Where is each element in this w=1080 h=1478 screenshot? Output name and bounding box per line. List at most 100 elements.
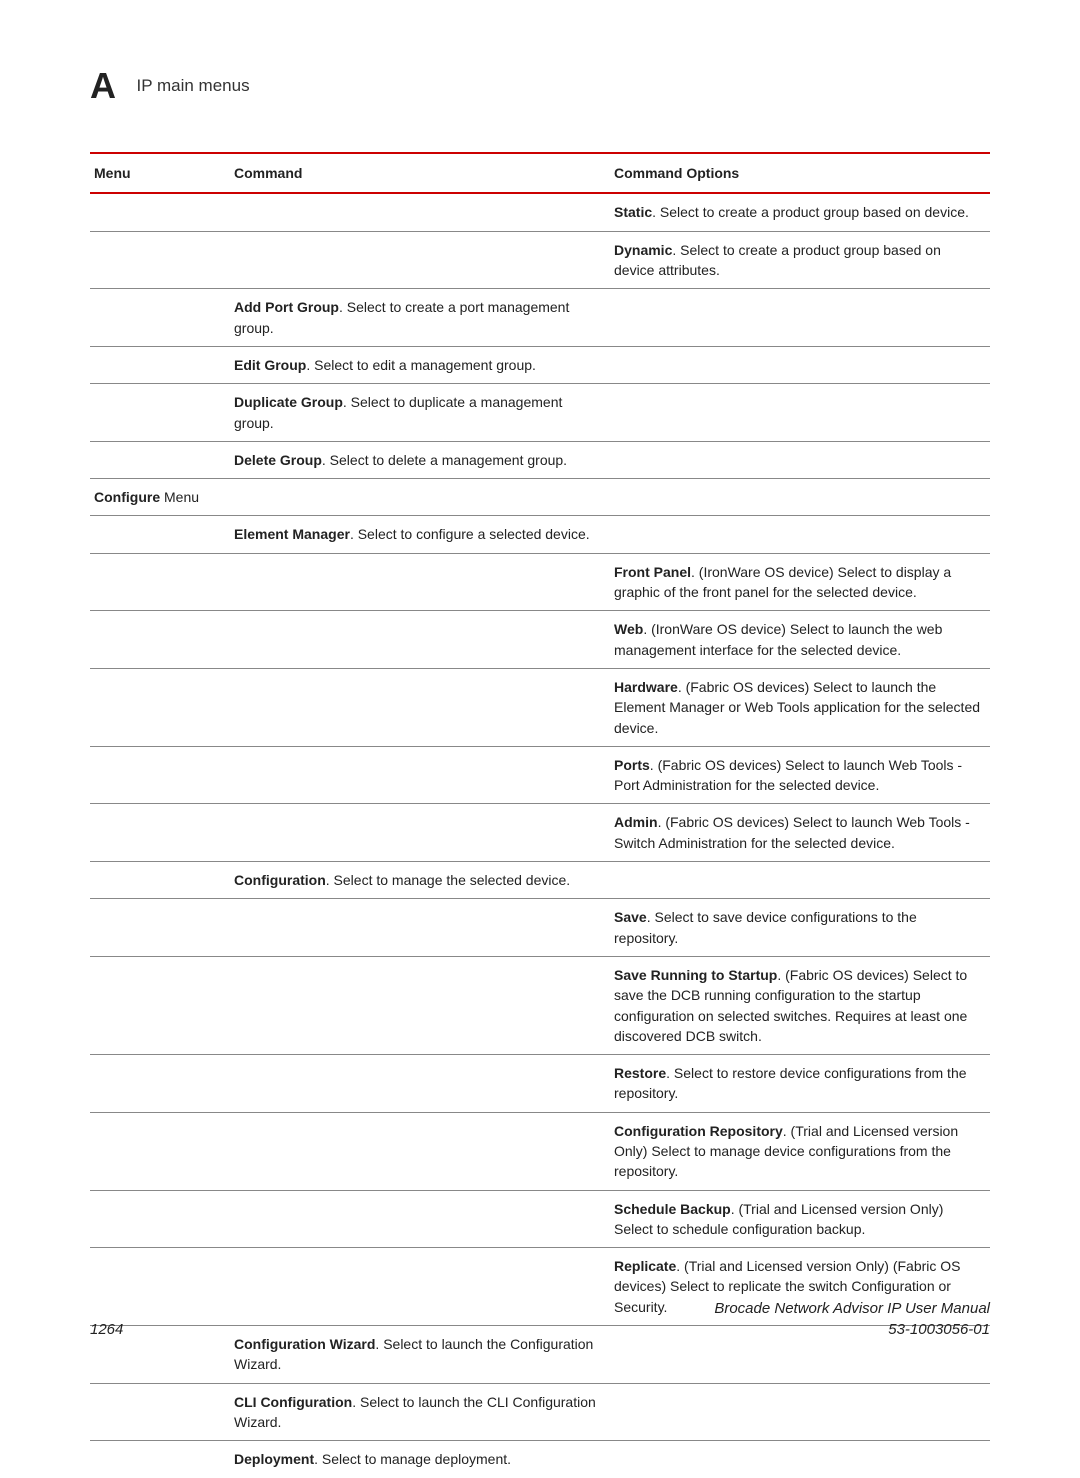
command-text: . Select to edit a management group. (306, 357, 536, 373)
appendix-letter: A (90, 60, 117, 112)
cell-menu (90, 1441, 230, 1478)
table-row: Front Panel. (IronWare OS device) Select… (90, 553, 990, 611)
cell-menu (90, 553, 230, 611)
command-bold: Element Manager (234, 526, 350, 542)
option-text: . (IronWare OS device) Select to launch … (614, 621, 942, 657)
cell-menu (90, 956, 230, 1054)
cell-options (610, 862, 990, 899)
table-row: Restore. Select to restore device config… (90, 1055, 990, 1113)
option-bold: Replicate (614, 1258, 676, 1274)
table-row: Configure Menu (90, 479, 990, 516)
command-bold: Edit Group (234, 357, 306, 373)
cell-options: Ports. (Fabric OS devices) Select to lau… (610, 746, 990, 804)
cell-options: Dynamic. Select to create a product grou… (610, 231, 990, 289)
cell-options: Restore. Select to restore device config… (610, 1055, 990, 1113)
cell-command: Configuration. Select to manage the sele… (230, 862, 610, 899)
table-row: Delete Group. Select to delete a managem… (90, 441, 990, 478)
cell-options: Admin. (Fabric OS devices) Select to lau… (610, 804, 990, 862)
cell-command (230, 1190, 610, 1248)
option-text: . (Fabric OS devices) Select to launch W… (614, 814, 970, 850)
cell-command (230, 479, 610, 516)
cell-command: Element Manager. Select to configure a s… (230, 516, 610, 553)
cell-command: Deployment. Select to manage deployment. (230, 1441, 610, 1478)
command-bold: Duplicate Group (234, 394, 343, 410)
option-bold: Save Running to Startup (614, 967, 777, 983)
table-row: Configuration. Select to manage the sele… (90, 862, 990, 899)
option-bold: Save (614, 909, 647, 925)
cell-options: Schedule Backup. (Trial and Licensed ver… (610, 1190, 990, 1248)
table-row: Configuration Repository. (Trial and Lic… (90, 1112, 990, 1190)
cell-options (610, 384, 990, 442)
cell-command (230, 956, 610, 1054)
cell-menu (90, 862, 230, 899)
cell-options (610, 1441, 990, 1478)
cell-menu (90, 1112, 230, 1190)
table-row: Ports. (Fabric OS devices) Select to lau… (90, 746, 990, 804)
cell-command: Edit Group. Select to edit a management … (230, 346, 610, 383)
cell-menu (90, 441, 230, 478)
cell-command (230, 1055, 610, 1113)
cell-command (230, 553, 610, 611)
cell-options: Front Panel. (IronWare OS device) Select… (610, 553, 990, 611)
th-command: Command (230, 153, 610, 193)
th-menu: Menu (90, 153, 230, 193)
table-row: Schedule Backup. (Trial and Licensed ver… (90, 1190, 990, 1248)
cell-command (230, 1112, 610, 1190)
table-row: Deployment. Select to manage deployment. (90, 1441, 990, 1478)
cell-menu (90, 384, 230, 442)
table-row: Admin. (Fabric OS devices) Select to lau… (90, 804, 990, 862)
menu-text: Menu (160, 489, 199, 505)
cell-menu (90, 1190, 230, 1248)
cell-menu: Configure Menu (90, 479, 230, 516)
cell-options: Hardware. (Fabric OS devices) Select to … (610, 668, 990, 746)
option-bold: Web (614, 621, 643, 637)
command-bold: Add Port Group (234, 299, 339, 315)
option-text: . Select to restore device configuration… (614, 1065, 967, 1101)
cell-command: Delete Group. Select to delete a managem… (230, 441, 610, 478)
page: A IP main menus Menu Command Command Opt… (0, 0, 1080, 1397)
command-bold: Configuration (234, 872, 326, 888)
cell-menu (90, 231, 230, 289)
table-row: Save. Select to save device configuratio… (90, 899, 990, 957)
menu-table: Menu Command Command Options Static. Sel… (90, 152, 990, 1477)
cell-menu (90, 516, 230, 553)
table-row: Add Port Group. Select to create a port … (90, 289, 990, 347)
cell-command: CLI Configuration. Select to launch the … (230, 1383, 610, 1441)
option-bold: Hardware (614, 679, 678, 695)
section-title: IP main menus (137, 74, 250, 99)
cell-options (610, 289, 990, 347)
book-title: Brocade Network Advisor IP User Manual (714, 1298, 990, 1320)
table-row: Save Running to Startup. (Fabric OS devi… (90, 956, 990, 1054)
cell-options: Web. (IronWare OS device) Select to laun… (610, 611, 990, 669)
command-text: . Select to delete a management group. (322, 452, 567, 468)
command-bold: Deployment (234, 1451, 314, 1467)
cell-options (610, 479, 990, 516)
option-bold: Front Panel (614, 564, 691, 580)
cell-options: Configuration Repository. (Trial and Lic… (610, 1112, 990, 1190)
cell-options (610, 516, 990, 553)
doc-number: 53-1003056-01 (714, 1319, 990, 1341)
cell-command (230, 193, 610, 231)
cell-options: Save. Select to save device configuratio… (610, 899, 990, 957)
cell-command: Add Port Group. Select to create a port … (230, 289, 610, 347)
table-row: CLI Configuration. Select to launch the … (90, 1383, 990, 1441)
table-row: Edit Group. Select to edit a management … (90, 346, 990, 383)
cell-options (610, 346, 990, 383)
option-bold: Schedule Backup (614, 1201, 731, 1217)
table-row: Hardware. (Fabric OS devices) Select to … (90, 668, 990, 746)
cell-menu (90, 1383, 230, 1441)
cell-command (230, 804, 610, 862)
table-row: Web. (IronWare OS device) Select to laun… (90, 611, 990, 669)
cell-menu (90, 804, 230, 862)
section-heading: A IP main menus (90, 60, 990, 112)
command-text: . Select to manage deployment. (314, 1451, 511, 1467)
option-text: . Select to save device configurations t… (614, 909, 917, 945)
cell-menu (90, 668, 230, 746)
menu-bold: Configure (94, 489, 160, 505)
cell-command (230, 746, 610, 804)
option-bold: Ports (614, 757, 650, 773)
cell-options (610, 1383, 990, 1441)
option-bold: Admin (614, 814, 658, 830)
command-text: . Select to manage the selected device. (326, 872, 570, 888)
page-footer: 1264 Brocade Network Advisor IP User Man… (90, 1298, 990, 1342)
